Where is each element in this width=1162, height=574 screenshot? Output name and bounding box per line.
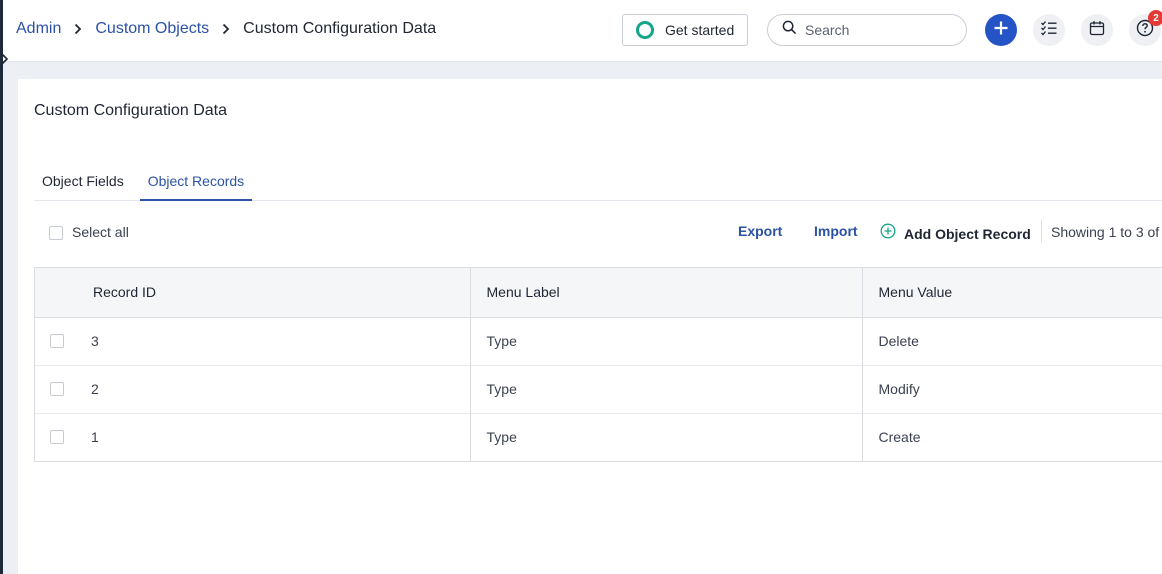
progress-ring-icon xyxy=(636,21,654,39)
tab-object-records[interactable]: Object Records xyxy=(139,167,253,201)
cell-menu-label: Type xyxy=(470,365,863,413)
expand-sidebar-icon[interactable] xyxy=(0,52,10,66)
top-bar: Admin Custom Objects Custom Configuratio… xyxy=(0,0,1162,62)
cell-menu-value: Delete xyxy=(878,333,919,349)
calendar-icon xyxy=(1089,20,1105,41)
breadcrumb-custom-objects[interactable]: Custom Objects xyxy=(95,20,209,38)
column-header-menu-label[interactable]: Menu Label xyxy=(470,268,863,318)
row-checkbox[interactable] xyxy=(50,334,64,348)
cell-menu-label: Type xyxy=(470,317,863,365)
toolbar-divider xyxy=(1041,219,1042,243)
table-row[interactable]: 3 Type Delete xyxy=(35,317,1162,365)
table-row[interactable]: 2 Type Modify xyxy=(35,365,1162,413)
tasks-button[interactable] xyxy=(1033,14,1065,46)
breadcrumb: Admin Custom Objects Custom Configuratio… xyxy=(16,20,436,38)
export-button[interactable]: Export xyxy=(738,223,782,239)
records-table: Record ID Menu Label Menu Value 3 Type D… xyxy=(34,267,1162,462)
import-button[interactable]: Import xyxy=(814,223,858,239)
chevron-right-icon xyxy=(65,21,91,37)
content-panel: Custom Configuration Data Object Fields … xyxy=(18,79,1162,574)
add-circle-icon xyxy=(880,223,896,244)
tab-object-fields[interactable]: Object Fields xyxy=(34,167,132,201)
select-all-checkbox[interactable] xyxy=(49,226,63,240)
records-toolbar: Select all Export Import Add Object Reco… xyxy=(34,219,1162,247)
cell-record-id: 3 xyxy=(35,317,471,365)
task-list-icon xyxy=(1040,20,1058,41)
add-object-record-label: Add Object Record xyxy=(904,225,1031,242)
row-checkbox[interactable] xyxy=(50,430,64,445)
get-started-button[interactable]: Get started xyxy=(622,14,748,46)
record-id-value: 2 xyxy=(91,381,99,397)
add-object-record-button[interactable]: Add Object Record xyxy=(880,223,1031,244)
record-id-value: 1 xyxy=(91,429,99,446)
table-header-row: Record ID Menu Label Menu Value xyxy=(35,268,1162,318)
pagination-summary: Showing 1 to 3 of xyxy=(1051,224,1160,240)
notification-badge: 2 xyxy=(1148,10,1162,26)
search-box[interactable] xyxy=(767,14,967,46)
select-all-control[interactable]: Select all xyxy=(49,224,129,240)
left-rail xyxy=(0,0,3,574)
chevron-right-icon xyxy=(213,21,239,37)
add-button[interactable] xyxy=(985,14,1017,46)
cell-menu-value: Create xyxy=(878,429,921,446)
page-title: Custom Configuration Data xyxy=(34,102,227,119)
row-checkbox[interactable] xyxy=(50,382,64,396)
calendar-button[interactable] xyxy=(1081,14,1113,46)
get-started-label: Get started xyxy=(665,22,735,38)
search-icon xyxy=(782,20,797,40)
search-input[interactable] xyxy=(805,22,955,38)
breadcrumb-current: Custom Configuration Data xyxy=(243,20,437,37)
cell-record-id: 1 xyxy=(35,413,471,461)
cell-menu-value: Modify xyxy=(878,381,920,397)
tab-bar: Object Fields Object Records xyxy=(34,167,1162,201)
table-row[interactable]: 1 Type Create xyxy=(35,413,1162,461)
column-header-record-id[interactable]: Record ID xyxy=(35,268,471,318)
column-header-menu-value[interactable]: Menu Value xyxy=(862,268,1162,318)
select-all-label: Select all xyxy=(72,224,129,240)
breadcrumb-admin[interactable]: Admin xyxy=(16,20,61,38)
cell-record-id: 2 xyxy=(35,365,471,413)
record-id-value: 3 xyxy=(91,333,99,349)
plus-icon xyxy=(993,20,1009,41)
cell-menu-label: Type xyxy=(470,413,863,461)
